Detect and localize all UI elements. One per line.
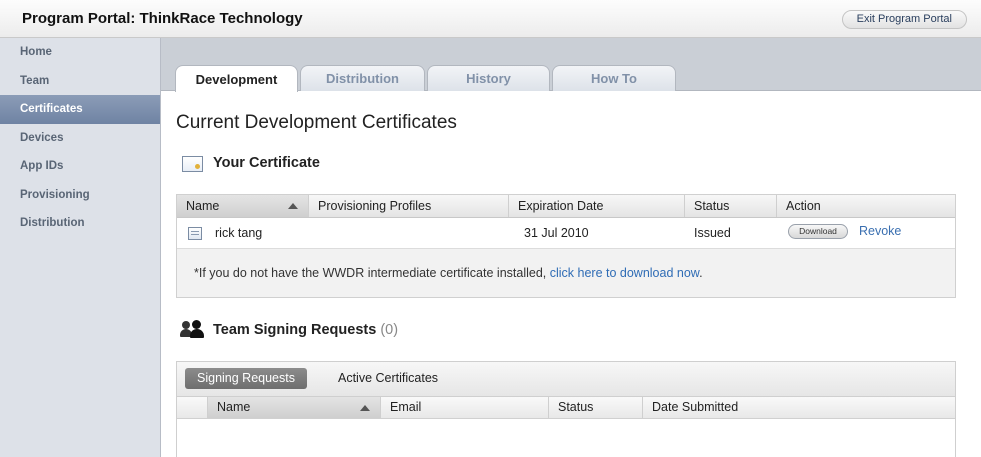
exit-program-portal-button[interactable]: Exit Program Portal bbox=[841, 10, 967, 29]
certificate-file-icon bbox=[188, 227, 202, 240]
signing-column-header-name[interactable]: Name bbox=[208, 397, 381, 418]
wwdr-note-end: . bbox=[699, 266, 703, 280]
certificate-name: rick tang bbox=[215, 226, 263, 240]
certificate-status: Issued bbox=[694, 226, 731, 240]
team-signing-count: (0) bbox=[380, 322, 399, 338]
certificate-expiration: 31 Jul 2010 bbox=[524, 226, 589, 240]
column-header-name[interactable]: Name bbox=[177, 195, 309, 217]
download-button[interactable]: Download bbox=[788, 224, 848, 239]
sidebar-item-team[interactable]: Team bbox=[0, 67, 160, 96]
certificate-table-header: Name Provisioning Profiles Expiration Da… bbox=[177, 195, 955, 218]
wwdr-note: *If you do not have the WWDR intermediat… bbox=[194, 266, 703, 280]
column-header-name-label: Name bbox=[186, 199, 220, 213]
team-signing-title: Team Signing Requests bbox=[213, 322, 377, 338]
tab-development[interactable]: Development bbox=[175, 65, 298, 92]
team-signing-heading: Team Signing Requests (0) bbox=[213, 322, 398, 338]
signing-column-header-email: Email bbox=[381, 397, 549, 418]
subtab-signing-requests[interactable]: Signing Requests bbox=[185, 368, 307, 389]
sidebar-item-devices[interactable]: Devices bbox=[0, 124, 160, 153]
tab-how-to[interactable]: How To bbox=[552, 65, 676, 91]
sidebar-item-provisioning[interactable]: Provisioning bbox=[0, 181, 160, 210]
portal-title: Program Portal: ThinkRace Technology bbox=[22, 10, 303, 27]
signing-column-header-status: Status bbox=[549, 397, 643, 418]
column-header-action: Action bbox=[786, 199, 821, 213]
subtab-active-certificates[interactable]: Active Certificates bbox=[326, 368, 450, 389]
revoke-link[interactable]: Revoke bbox=[859, 224, 901, 238]
table-row: rick tang 31 Jul 2010 Issued Download Re… bbox=[177, 218, 955, 249]
wwdr-note-text: *If you do not have the WWDR intermediat… bbox=[194, 266, 550, 280]
sidebar-item-certificates[interactable]: Certificates bbox=[0, 95, 160, 124]
tab-distribution[interactable]: Distribution bbox=[300, 65, 425, 91]
certificate-icon bbox=[182, 156, 203, 172]
sort-ascending-icon bbox=[360, 405, 370, 411]
sidebar-item-distribution[interactable]: Distribution bbox=[0, 209, 160, 238]
sort-ascending-icon bbox=[288, 203, 298, 209]
tab-history[interactable]: History bbox=[427, 65, 550, 91]
team-icon bbox=[180, 320, 206, 338]
download-wwdr-link[interactable]: click here to download now bbox=[550, 266, 699, 280]
sidebar-item-home[interactable]: Home bbox=[0, 38, 160, 67]
signing-column-name-label: Name bbox=[217, 400, 251, 414]
column-header-expiration-date: Expiration Date bbox=[509, 195, 685, 217]
your-certificate-heading: Your Certificate bbox=[213, 155, 320, 171]
sidebar: Home Team Certificates Devices App IDs P… bbox=[0, 38, 161, 457]
portal-header: Program Portal: ThinkRace Technology Exi… bbox=[0, 0, 981, 38]
page-title: Current Development Certificates bbox=[176, 112, 457, 133]
signing-table-header: Name Email Status Date Submitted bbox=[177, 397, 955, 419]
sidebar-item-app-ids[interactable]: App IDs bbox=[0, 152, 160, 181]
column-header-provisioning-profiles: Provisioning Profiles bbox=[309, 195, 509, 217]
column-header-status: Status bbox=[685, 195, 777, 217]
column-header-spacer bbox=[177, 397, 208, 418]
signing-column-header-date-submitted: Date Submitted bbox=[652, 400, 739, 414]
